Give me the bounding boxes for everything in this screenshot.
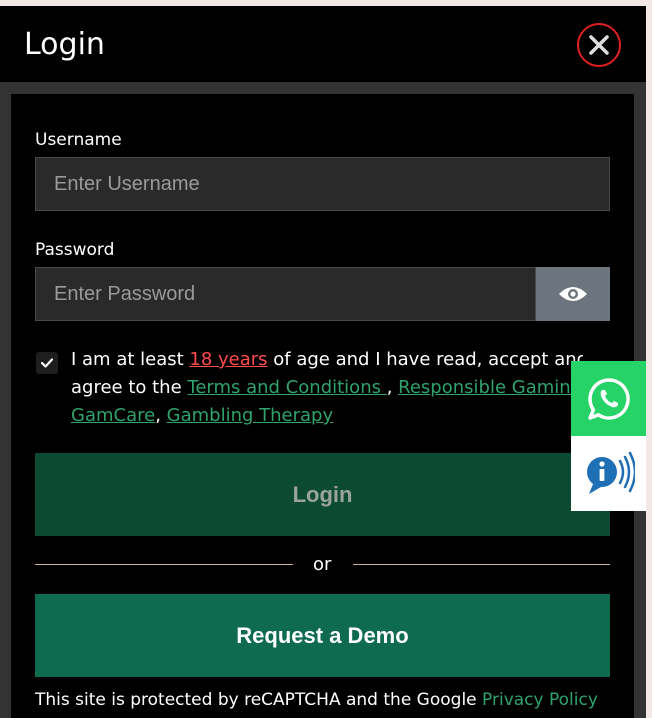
or-text: or — [313, 554, 332, 575]
username-label: Username — [35, 130, 122, 150]
request-demo-button[interactable]: Request a Demo — [35, 594, 610, 677]
gambling-therapy-link[interactable]: Gambling Therapy — [167, 405, 333, 426]
modal-body: Username Password I am at least 18 years… — [11, 94, 634, 718]
info-sound-icon — [586, 451, 635, 494]
privacy-policy-link[interactable]: Privacy Policy — [482, 690, 598, 710]
consent-text-3: agree to the — [71, 377, 188, 398]
login-modal: Login Username Password — [0, 6, 646, 718]
consent-sep-2: , — [155, 405, 167, 426]
divider-right — [353, 564, 610, 565]
login-button[interactable]: Login — [35, 453, 610, 536]
consent-sep-1: , — [386, 377, 399, 398]
age-link[interactable]: 18 years — [189, 349, 267, 370]
password-label: Password — [35, 240, 115, 260]
info-button[interactable] — [571, 436, 646, 511]
modal-title: Login — [24, 27, 105, 62]
modal-header: Login — [0, 6, 646, 82]
show-password-button[interactable] — [536, 267, 610, 321]
close-icon — [589, 35, 609, 55]
responsible-gaming-link[interactable]: Responsible Gaming — [398, 377, 582, 398]
terms-link[interactable]: Terms and Conditions — [187, 377, 386, 398]
consent-text: I am at least 18 years of age and I have… — [71, 346, 583, 430]
password-input[interactable] — [35, 267, 536, 321]
whatsapp-icon — [587, 377, 630, 420]
recaptcha-text: This site is protected by reCAPTCHA and … — [35, 690, 483, 710]
consent-text-2: of age and I have read, accept and — [267, 349, 583, 370]
divider-left — [35, 564, 293, 565]
recaptcha-notice: This site is protected by reCAPTCHA and … — [35, 690, 598, 710]
consent-checkbox[interactable] — [36, 352, 58, 374]
close-button[interactable] — [577, 23, 621, 67]
gamcare-link[interactable]: GamCare — [71, 405, 155, 426]
eye-icon — [559, 287, 587, 301]
whatsapp-button[interactable] — [571, 361, 646, 436]
modal-frame: Username Password I am at least 18 years… — [0, 82, 646, 718]
username-input[interactable] — [35, 157, 610, 211]
consent-text-1: I am at least — [71, 349, 190, 370]
checkmark-icon — [41, 358, 53, 368]
